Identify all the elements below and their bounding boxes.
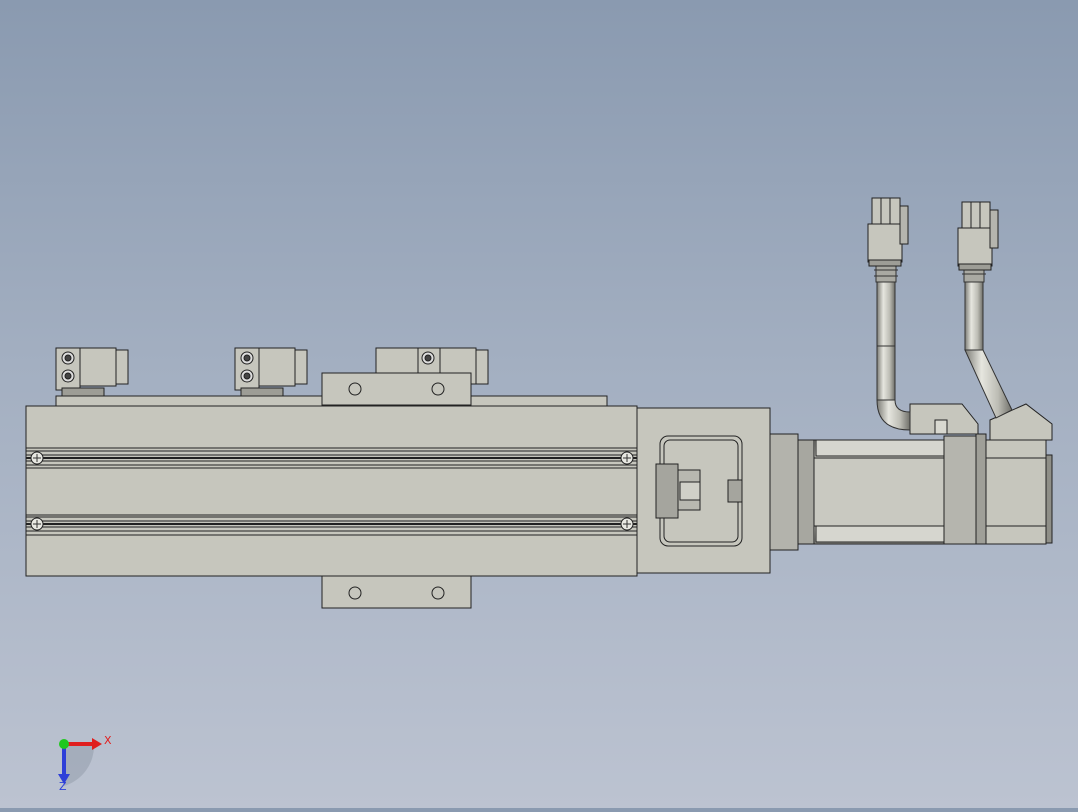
cable-plug-2: [957, 201, 999, 271]
cable-2: [962, 267, 1013, 419]
cad-graphics-viewport[interactable]: X Z: [0, 0, 1078, 808]
z-axis-label: Z: [59, 780, 67, 793]
motor-connector-1: [909, 403, 979, 435]
servo-motor: [813, 433, 1053, 545]
carriage-top-plate: [321, 372, 472, 406]
linear-actuator-model[interactable]: [25, 197, 1053, 609]
motor-adapter: [769, 433, 799, 551]
orientation-triad: X Z: [58, 734, 112, 793]
sensor-bracket-2: [234, 347, 308, 397]
model-drawing: X Z: [25, 197, 1053, 793]
cable-plug-1: [867, 197, 909, 267]
coupling-housing: [636, 407, 771, 574]
y-axis-dot: [59, 739, 69, 749]
sensor-bracket-1: [55, 347, 129, 397]
cable-1: [874, 263, 911, 431]
actuator-base-body: [25, 405, 638, 577]
carriage-bottom-plate: [321, 575, 472, 609]
x-axis-label: X: [104, 734, 112, 747]
